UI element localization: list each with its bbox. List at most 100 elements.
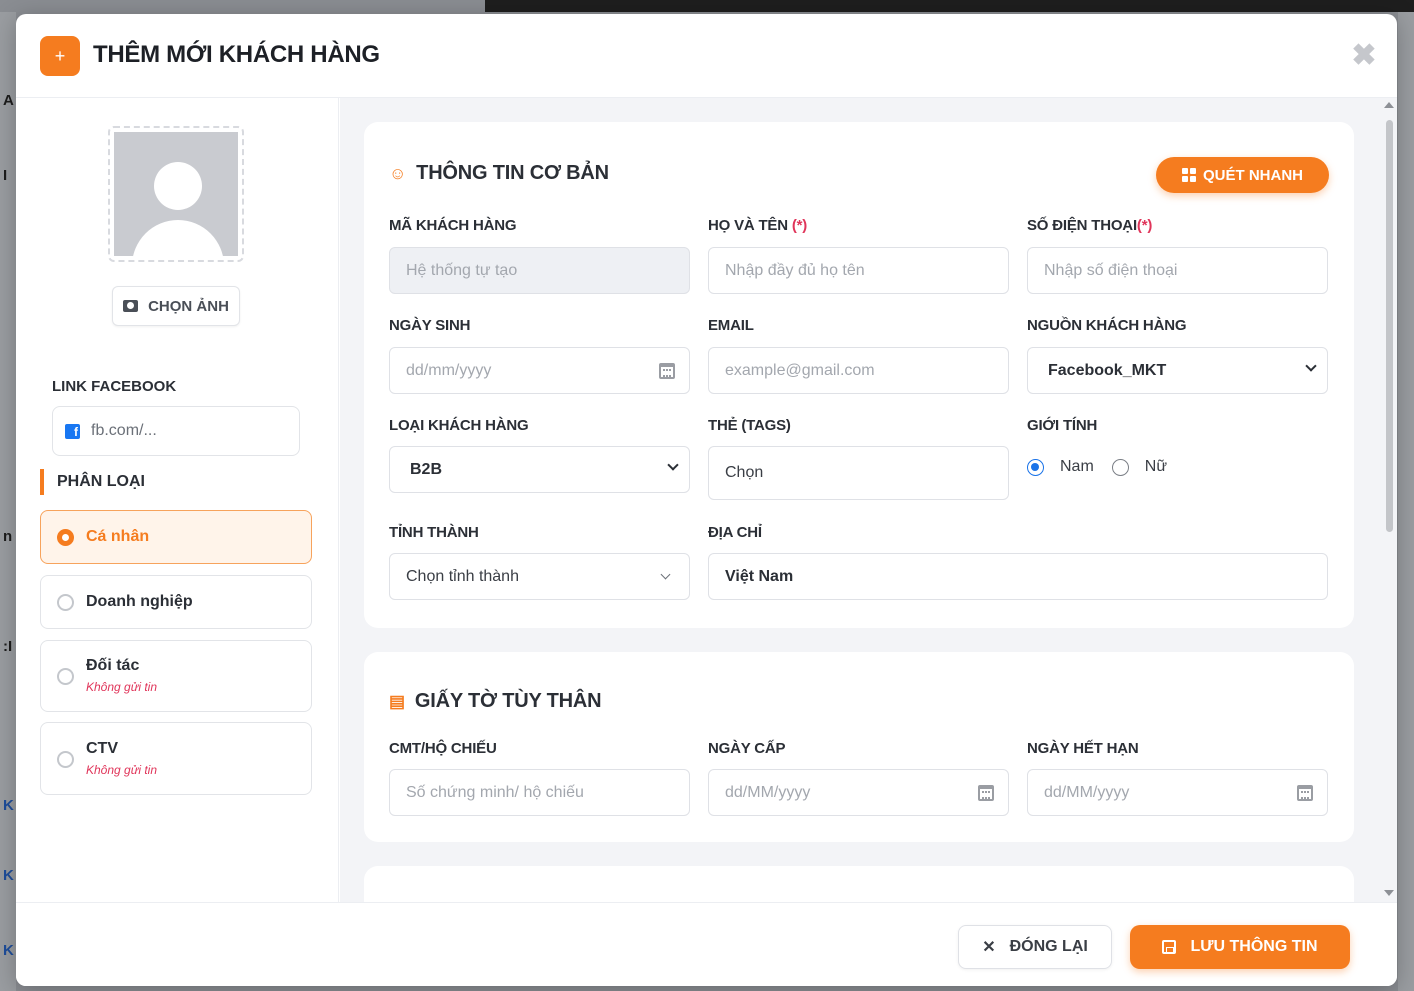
customer-source-value: Facebook_MKT xyxy=(1048,361,1167,379)
form-scrollbar[interactable] xyxy=(1382,98,1397,902)
calendar-icon[interactable] xyxy=(978,785,994,801)
phone-input[interactable]: Nhập số điện thoại xyxy=(1027,247,1328,294)
tags-label: THẺ (TAGS) xyxy=(708,417,791,434)
save-button[interactable]: LƯU THÔNG TIN xyxy=(1130,925,1350,969)
address-input[interactable]: Việt Nam xyxy=(708,553,1328,600)
classification-title: PHÂN LOẠI xyxy=(40,469,145,495)
avatar-dropzone[interactable] xyxy=(108,126,244,262)
classification-option-label: Doanh nghiệp xyxy=(86,593,193,610)
customer-code-placeholder: Hệ thống tự tạo xyxy=(406,261,518,279)
save-icon xyxy=(1162,940,1177,954)
dob-input[interactable]: dd/mm/yyyy xyxy=(389,347,690,394)
basic-info-title: ☺ THÔNG TIN CƠ BẢN xyxy=(389,162,609,185)
customer-source-label: NGUỒN KHÁCH HÀNG xyxy=(1027,317,1187,334)
close-icon[interactable]: ✖ xyxy=(1347,40,1381,74)
required-marker: (*) xyxy=(1136,217,1153,234)
radio-icon xyxy=(57,594,74,611)
grid-icon xyxy=(1182,168,1196,182)
province-label: TỈNH THÀNH xyxy=(389,524,479,541)
backdrop-text: K xyxy=(3,797,14,814)
scroll-thumb[interactable] xyxy=(1386,120,1393,532)
full-name-input[interactable]: Nhập đầy đủ họ tên xyxy=(708,247,1009,294)
backdrop-left-strip xyxy=(0,12,16,991)
gender-male-label: Nam xyxy=(1060,458,1094,475)
chevron-down-icon xyxy=(660,569,671,580)
identity-card: ▤ GIẤY TỜ TÙY THÂN CMT/HỘ CHIẾU Số chứng… xyxy=(364,652,1354,842)
close-button[interactable]: ✕ ĐÓNG LẠI xyxy=(958,925,1112,969)
identity-title-text: GIẤY TỜ TÙY THÂN xyxy=(414,690,602,712)
backdrop-text: I xyxy=(3,167,8,184)
close-icon: ✕ xyxy=(982,939,996,956)
id-card-icon: ▤ xyxy=(389,691,405,711)
id-number-label: CMT/HỘ CHIẾU xyxy=(389,740,497,757)
tags-input[interactable]: Chọn xyxy=(708,446,1009,500)
calendar-icon[interactable] xyxy=(1297,785,1313,801)
province-value: Chọn tỉnh thành xyxy=(406,567,519,585)
classification-option-note: Không gửi tin xyxy=(86,763,157,777)
customer-type-select[interactable]: B2B xyxy=(389,446,690,493)
backdrop-right-strip xyxy=(1398,12,1414,991)
facebook-link-label: LINK FACEBOOK xyxy=(52,378,177,395)
chevron-down-icon xyxy=(667,459,679,471)
expiry-date-input[interactable]: dd/MM/yyyy xyxy=(1027,769,1328,816)
gender-male-radio[interactable] xyxy=(1027,458,1044,476)
id-number-input[interactable]: Số chứng minh/ hộ chiếu xyxy=(389,769,690,816)
address-label: ĐỊA CHỈ xyxy=(708,524,762,541)
id-number-placeholder: Số chứng minh/ hộ chiếu xyxy=(406,783,584,801)
close-button-label: ĐÓNG LẠI xyxy=(1009,938,1088,955)
save-button-label: LƯU THÔNG TIN xyxy=(1190,938,1318,955)
quick-scan-label: QUÉT NHANH xyxy=(1203,166,1303,184)
sidebar: CHỌN ẢNH LINK FACEBOOK f PHÂN LOẠI Cá nh… xyxy=(16,98,339,902)
classification-option-label: Đối tác xyxy=(86,657,140,674)
email-placeholder: example@gmail.com xyxy=(725,361,875,379)
issue-date-input[interactable]: dd/MM/yyyy xyxy=(708,769,1009,816)
form-main: ☺ THÔNG TIN CƠ BẢN QUÉT NHANH MÃ KHÁCH H… xyxy=(340,98,1382,902)
next-section-card xyxy=(364,866,1354,902)
facebook-icon: f xyxy=(65,423,80,439)
avatar-placeholder-icon xyxy=(114,132,238,256)
province-select[interactable]: Chọn tỉnh thành xyxy=(389,553,690,600)
classification-option-personal[interactable]: Cá nhân xyxy=(40,510,312,564)
phone-label: SỐ ĐIỆN THOẠI(*) xyxy=(1027,217,1152,234)
gender-female-label: Nữ xyxy=(1144,458,1168,475)
gender-label: GIỚI TÍNH xyxy=(1027,417,1098,434)
required-marker: (*) xyxy=(791,217,808,234)
radio-icon xyxy=(57,751,74,768)
facebook-link-input[interactable] xyxy=(91,422,281,440)
backdrop-text: K xyxy=(3,867,14,884)
issue-date-placeholder: dd/MM/yyyy xyxy=(725,783,811,801)
plus-icon: + xyxy=(40,36,80,76)
calendar-icon[interactable] xyxy=(659,363,675,379)
customer-type-value: B2B xyxy=(410,460,443,478)
modal-header: + THÊM MỚI KHÁCH HÀNG ✖ xyxy=(16,14,1397,98)
backdrop-topbar xyxy=(485,0,1414,12)
classification-option-ctv[interactable]: CTV Không gửi tin xyxy=(40,722,312,795)
quick-scan-button[interactable]: QUÉT NHANH xyxy=(1156,157,1329,193)
scroll-down-icon[interactable] xyxy=(1384,890,1394,896)
gender-radio-group: Nam Nữ xyxy=(1027,458,1167,476)
expiry-date-placeholder: dd/MM/yyyy xyxy=(1044,783,1130,801)
backdrop-text: A xyxy=(3,92,14,109)
radio-selected-icon xyxy=(57,529,74,546)
customer-source-select[interactable]: Facebook_MKT xyxy=(1027,347,1328,394)
classification-option-note: Không gửi tin xyxy=(86,680,157,694)
phone-placeholder: Nhập số điện thoại xyxy=(1044,261,1178,279)
classification-option-business[interactable]: Doanh nghiệp xyxy=(40,575,312,629)
gender-female-radio[interactable] xyxy=(1111,458,1129,476)
backdrop-text: K xyxy=(3,942,14,959)
choose-photo-button[interactable]: CHỌN ẢNH xyxy=(112,286,240,326)
issue-date-label: NGÀY CẤP xyxy=(708,740,786,757)
basic-info-card: ☺ THÔNG TIN CƠ BẢN QUÉT NHANH MÃ KHÁCH H… xyxy=(364,122,1354,628)
customer-code-field: Hệ thống tự tạo xyxy=(389,247,690,294)
phone-label-text: SỐ ĐIỆN THOẠI xyxy=(1027,217,1137,234)
facebook-link-field[interactable]: f xyxy=(52,406,300,456)
tags-placeholder: Chọn xyxy=(725,464,764,481)
email-input[interactable]: example@gmail.com xyxy=(708,347,1009,394)
scroll-up-icon[interactable] xyxy=(1384,102,1394,108)
classification-option-partner[interactable]: Đối tác Không gửi tin xyxy=(40,640,312,712)
camera-icon xyxy=(123,300,139,312)
customer-code-label: MÃ KHÁCH HÀNG xyxy=(389,217,517,234)
basic-info-title-text: THÔNG TIN CƠ BẢN xyxy=(416,162,609,184)
full-name-label: HỌ VÀ TÊN (*) xyxy=(708,217,807,234)
address-value: Việt Nam xyxy=(725,567,794,585)
